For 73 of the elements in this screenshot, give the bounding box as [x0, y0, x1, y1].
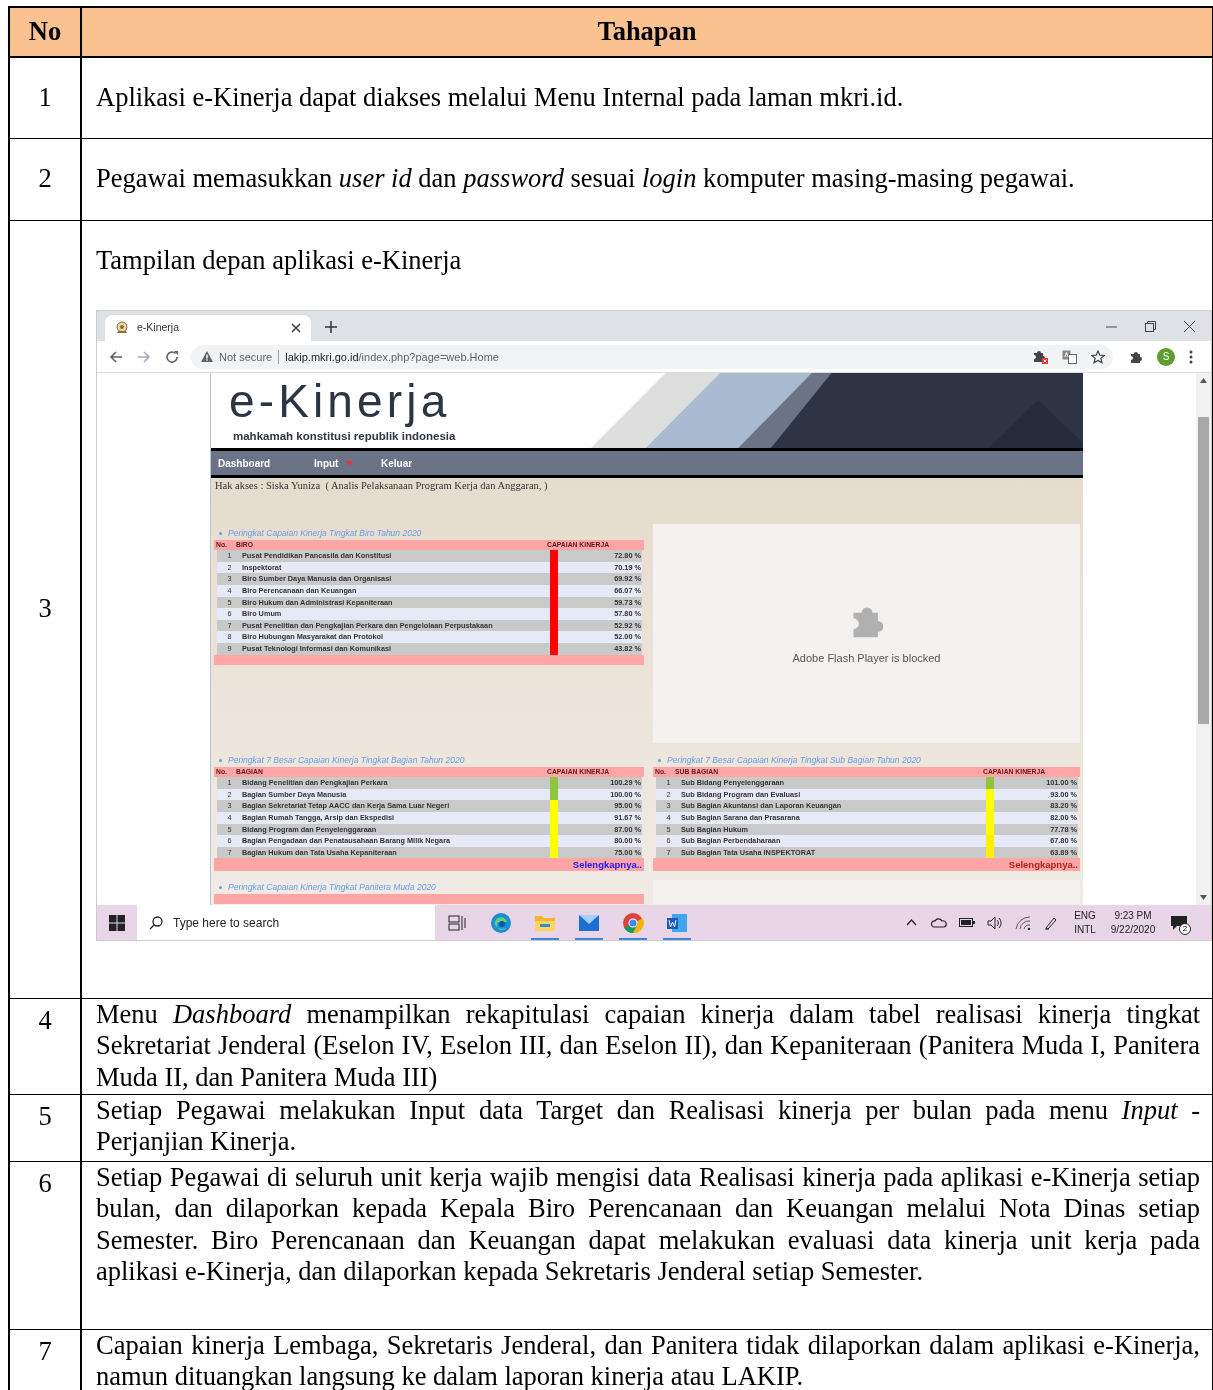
scrollbar[interactable]	[1196, 373, 1211, 906]
bullet-icon	[219, 531, 222, 535]
section-title: Peringkat Capaian Kinerja Tingkat Panitera Muda 2020	[228, 881, 436, 894]
scroll-down-icon[interactable]	[1200, 895, 1207, 901]
column-header: Tahapan	[81, 7, 1213, 57]
restore-icon[interactable]	[1145, 320, 1156, 332]
step-number: 5	[9, 1094, 81, 1161]
pen-icon[interactable]	[1044, 915, 1058, 930]
speaker-icon[interactable]	[987, 915, 1003, 930]
step-description: Pegawai memasukkan user id dan password sesuai login komputer masing-masing pegawai.	[96, 162, 1076, 196]
mail-icon[interactable]	[578, 913, 600, 932]
clock[interactable]: 9:23 PM 9/22/2020	[1105, 908, 1161, 937]
blocked-plugin-icon[interactable]	[1033, 349, 1048, 364]
edge-icon[interactable]	[490, 911, 512, 934]
more-link[interactable]: Selengkapnya..	[1008, 858, 1078, 871]
bullet-icon	[219, 758, 222, 762]
language-indicator[interactable]: ENG INTL	[1065, 908, 1105, 937]
more-link[interactable]: Selengkapnya..	[572, 858, 642, 871]
chrome-icon[interactable]	[622, 911, 644, 934]
menu-icon[interactable]	[1189, 349, 1193, 364]
notification-icon	[1170, 914, 1188, 931]
chevron-up-icon[interactable]	[905, 919, 917, 927]
step-description: Menu Dashboard menampilkan rekapitulasi capaian kinerja dalam tabel realisasi kinerja tingkat Sekretariat Jenderal (Eselon IV, Eselon III, dan Eselon II), dan Kepaniteraan (Panitera Muda I, Panitera Muda II, dan Panitera Muda III)	[96, 998, 1200, 1093]
new-tab-icon[interactable]	[325, 321, 337, 334]
step-number: 6	[9, 1161, 81, 1329]
section-title: Peringkat 7 Besar Capaian Kinerja Tingkat Bagian Tahun 2020	[228, 753, 465, 767]
app-logo: e-Kinerja	[229, 374, 452, 430]
step-number: 7	[9, 1329, 81, 1390]
step-description: Tampilan depan aplikasi e-Kinerja	[96, 243, 463, 277]
back-icon[interactable]	[109, 349, 123, 364]
app-subtitle: mahkamah konstitusi republik indonesia	[232, 429, 457, 444]
nav-link[interactable]: Input	[314, 455, 339, 471]
search-placeholder: Type here to search	[173, 914, 280, 932]
warning-icon	[201, 351, 213, 363]
emblem-icon	[115, 321, 129, 336]
url-text: lakip.mkri.go.id/index.php?page=web.Home	[285, 349, 499, 365]
step-number: 2	[9, 138, 81, 220]
step-description: Capaian kinerja Lembaga, Sekretaris Jenderal, dan Panitera tidak dilaporkan dalam aplikasi e-Kinerja, namun dituangkan langsung ke dalam laporan kinerja atau LAKIP.	[96, 1329, 1200, 1390]
search-icon	[149, 915, 163, 930]
step-number: 4	[9, 998, 81, 1094]
bullet-icon	[658, 758, 661, 762]
wifi-icon[interactable]	[1015, 915, 1031, 930]
task-view-icon[interactable]	[448, 914, 466, 931]
star-icon[interactable]	[1091, 349, 1105, 364]
nav-link[interactable]: Dashboard	[218, 455, 271, 471]
search-field[interactable]: Type here to search	[137, 905, 435, 941]
tab-title: e-Kinerja	[137, 320, 180, 336]
step-description: Setiap Pegawai di seluruh unit kerja wajib mengisi data Realisasi kinerja pada aplikasi e-Kinerja setiap bulan, dan dilaporkan kepada Kepala Biro Perencanaan dan Keuangan melalui Nota Dinas setiap Semester. Biro Perencanaan dan Keuangan dapat melakukan evaluasi data kinerja unit kerja pada aplikasi e-Kinerja, dan dilaporkan kepada Sekretaris Jenderal setiap Semester.	[96, 1161, 1200, 1288]
scroll-thumb[interactable]	[1198, 417, 1209, 725]
section-title: Peringkat Capaian Kinerja Tingkat Biro Tahun 2020	[228, 526, 422, 540]
close-icon[interactable]	[291, 323, 301, 334]
step-description: Setiap Pegawai melakukan Input data Target dan Realisasi kinerja per bulan pada menu Input - Perjanjian Kinerja.	[96, 1094, 1200, 1158]
section-title: Peringkat 7 Besar Capaian Kinerja Tingkat Sub Bagian Tahun 2020	[667, 753, 921, 767]
reload-icon[interactable]	[165, 349, 179, 364]
access-info: Hak akses : Siska Yuniza ( Analis Pelaksanaan Program Kerja dan Anggaran, )	[214, 479, 549, 494]
address-bar[interactable]: Not secure lakip.mkri.go.id/index.php?page=web.Home	[191, 344, 1113, 369]
cloud-icon[interactable]	[931, 917, 947, 928]
scroll-up-icon[interactable]	[1200, 378, 1207, 384]
close-icon[interactable]	[1184, 320, 1195, 332]
column-header: No	[9, 7, 81, 57]
translate-icon[interactable]	[1062, 349, 1077, 364]
security-label: Not secure	[219, 349, 273, 365]
extensions-icon[interactable]	[1129, 349, 1143, 364]
bullet-icon	[219, 885, 222, 889]
battery-icon[interactable]	[959, 918, 975, 928]
word-icon[interactable]	[666, 912, 688, 933]
windows-start-icon[interactable]	[109, 914, 125, 931]
step-number: 3	[9, 220, 81, 998]
nav-link[interactable]: Keluar	[381, 455, 413, 471]
step-description: Aplikasi e-Kinerja dapat diakses melalui Menu Internal pada laman mkri.id.	[96, 80, 905, 114]
step-number: 1	[9, 57, 81, 138]
browser-tab[interactable]: e-Kinerja	[105, 315, 311, 342]
blocked-message: Adobe Flash Player is blocked	[792, 650, 941, 666]
